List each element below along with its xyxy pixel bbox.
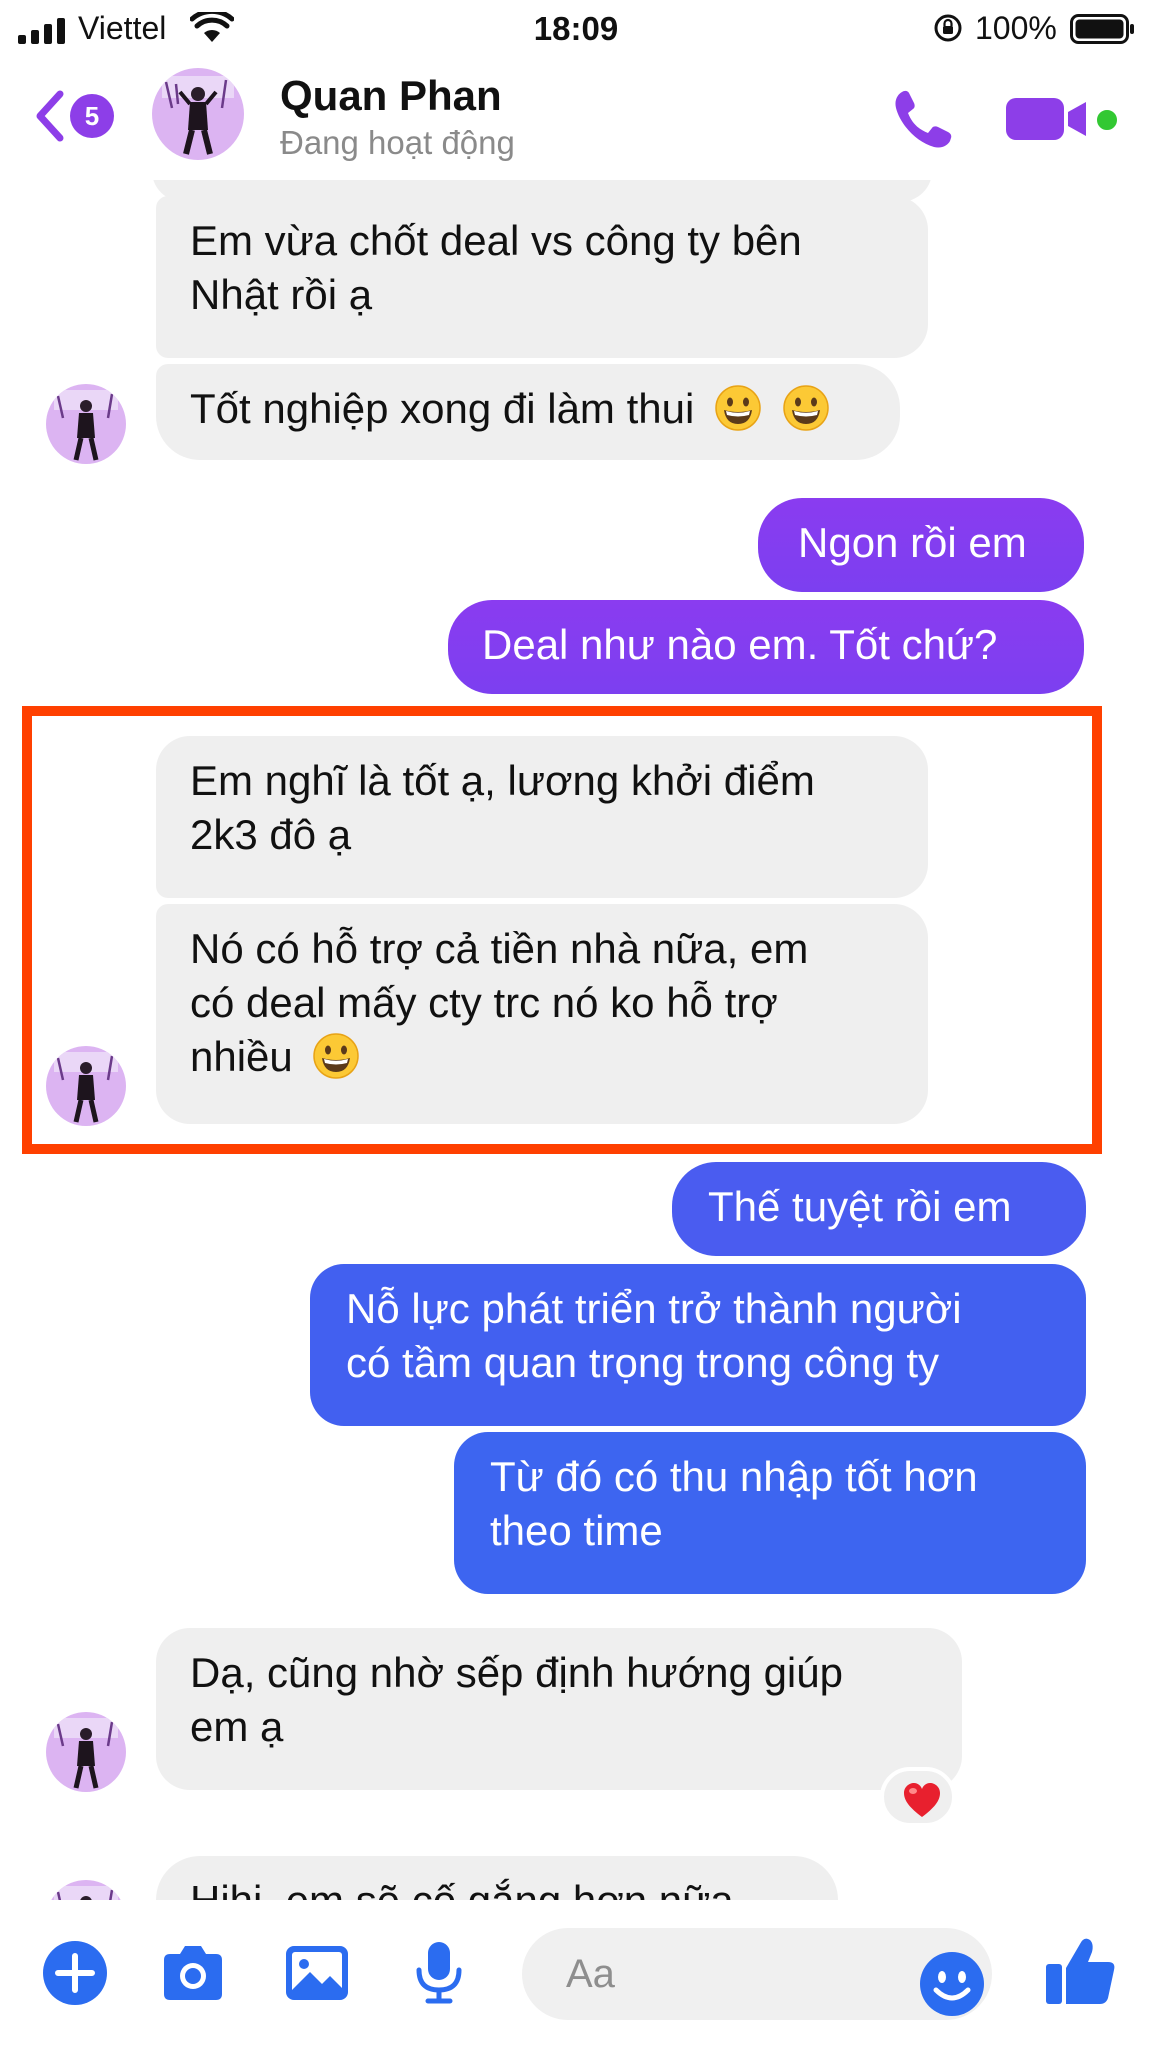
plus-icon[interactable] xyxy=(40,1938,110,2008)
message-line: Nhật rồi ạ xyxy=(190,271,373,318)
message-line: có deal mấy cty trc nó ko hỗ trợ xyxy=(190,979,778,1026)
outgoing-message-bubble[interactable]: Deal như nào em. Tốt chứ? xyxy=(448,600,1084,694)
message-line: Tốt nghiệp xong đi làm thui xyxy=(190,385,695,432)
phone-call-icon[interactable] xyxy=(888,84,958,154)
message-line: Em nghĩ là tốt ạ, lương khởi điểm xyxy=(190,757,815,804)
contact-avatar-small[interactable] xyxy=(46,384,126,464)
message-line: Nỗ lực phát triển trở thành người xyxy=(346,1285,962,1332)
microphone-icon[interactable] xyxy=(404,1938,474,2008)
message-line: nhiều xyxy=(190,1033,293,1080)
message-line: Hihi, em sẽ cố gắng hơn nữa xyxy=(190,1877,734,1900)
status-bar: Viettel 18:09 100% xyxy=(0,0,1152,60)
orientation-lock-icon xyxy=(934,14,962,42)
camera-icon[interactable] xyxy=(158,1938,228,2008)
message-line: Từ đó có thu nhập tốt hơn xyxy=(490,1453,978,1500)
heart-icon xyxy=(904,1783,940,1817)
contact-avatar[interactable] xyxy=(152,68,244,160)
outgoing-message-bubble[interactable]: Thế tuyệt rồi em xyxy=(672,1162,1086,1256)
message-line: Nó có hỗ trợ cả tiền nhà nữa, em xyxy=(190,925,809,972)
outgoing-message-bubble[interactable]: Từ đó có thu nhập tốt hơn theo time xyxy=(454,1432,1086,1594)
message-reaction[interactable] xyxy=(880,1767,956,1827)
contact-avatar-small[interactable] xyxy=(46,1046,126,1126)
battery-icon xyxy=(1070,14,1134,44)
contact-avatar-small[interactable] xyxy=(46,1712,126,1792)
grinning-face-icon xyxy=(715,385,761,431)
message-line: theo time xyxy=(490,1507,663,1554)
battery-percentage: 100% xyxy=(975,10,1057,46)
message-line: Deal như nào em. Tốt chứ? xyxy=(482,621,998,668)
incoming-message-bubble[interactable]: Tốt nghiệp xong đi làm thui xyxy=(156,364,900,460)
message-input[interactable] xyxy=(566,1946,886,2002)
photo-gallery-icon[interactable] xyxy=(282,1938,352,2008)
message-line: Thế tuyệt rồi em xyxy=(708,1183,1012,1230)
thumbs-up-icon[interactable] xyxy=(1042,1932,1118,2008)
incoming-message-bubble[interactable]: Nó có hỗ trợ cả tiền nhà nữa, em có deal… xyxy=(156,904,928,1124)
emoji-picker-icon[interactable] xyxy=(918,1950,986,2018)
message-composer xyxy=(0,1900,1152,2048)
message-list[interactable]: Em vừa chốt deal vs công ty bên Nhật rồi… xyxy=(0,180,1152,1900)
outgoing-message-bubble[interactable]: Nỗ lực phát triển trở thành người có tầm… xyxy=(310,1264,1086,1426)
incoming-message-bubble[interactable]: Em nghĩ là tốt ạ, lương khởi điểm 2k3 đô… xyxy=(156,736,928,898)
message-line: có tầm quan trọng trong công ty xyxy=(346,1339,940,1386)
back-chevron-icon[interactable] xyxy=(32,88,66,144)
unread-count-badge[interactable]: 5 xyxy=(70,94,114,138)
active-status: Đang hoạt động xyxy=(280,124,515,161)
video-call-icon[interactable] xyxy=(1004,94,1090,144)
grinning-face-icon xyxy=(313,1033,360,1079)
message-line: Em vừa chốt deal vs công ty bên xyxy=(190,217,802,264)
grinning-face-icon xyxy=(782,385,829,431)
incoming-message-bubble[interactable]: Dạ, cũng nhờ sếp định hướng giúp em ạ xyxy=(156,1628,962,1790)
message-line: em ạ xyxy=(190,1703,284,1750)
message-line: Ngon rồi em xyxy=(798,519,1027,566)
incoming-message-bubble[interactable]: Em vừa chốt deal vs công ty bên Nhật rồi… xyxy=(156,196,928,358)
conversation-header: 5 Quan Phan Đang hoạt động xyxy=(0,60,1152,180)
outgoing-message-bubble[interactable]: Ngon rồi em xyxy=(758,498,1084,592)
incoming-message-bubble[interactable]: Hihi, em sẽ cố gắng hơn nữa xyxy=(156,1856,838,1900)
contact-name[interactable]: Quan Phan xyxy=(280,72,502,120)
active-status-dot xyxy=(1094,107,1120,133)
message-line: Dạ, cũng nhờ sếp định hướng giúp xyxy=(190,1649,843,1696)
message-line: 2k3 đô ạ xyxy=(190,811,352,858)
